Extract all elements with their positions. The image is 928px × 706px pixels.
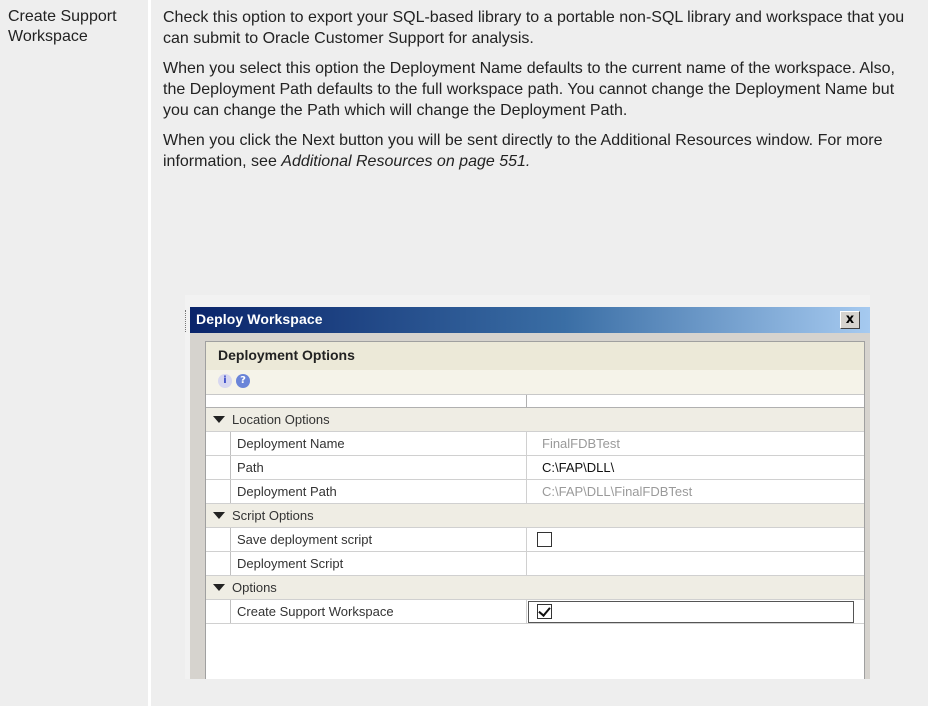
row-indent-line (230, 552, 231, 575)
row-indent-line (230, 480, 231, 503)
property-row-deployment-name[interactable]: Deployment Name FinalFDBTest (206, 432, 864, 456)
property-label: Create Support Workspace (237, 604, 394, 619)
column-separator (526, 552, 527, 575)
property-label: Deployment Script (237, 556, 344, 571)
column-separator (526, 600, 527, 623)
property-row-path[interactable]: Path C:\FAP\DLL\ (206, 456, 864, 480)
property-label: Deployment Name (237, 436, 345, 451)
term-label: Create Support Workspace (8, 8, 117, 45)
selected-value-box (528, 601, 854, 623)
deployment-options-panel: Deployment Options i ? Location Options D… (205, 341, 865, 679)
title-bar[interactable]: Deploy Workspace x (190, 307, 870, 333)
property-value: C:\FAP\DLL\FinalFDBTest (542, 484, 693, 499)
property-row-create-support-workspace[interactable]: Create Support Workspace (206, 600, 864, 624)
property-label: Deployment Path (237, 484, 337, 499)
property-row-deployment-path[interactable]: Deployment Path C:\FAP\DLL\FinalFDBTest (206, 480, 864, 504)
column-separator (526, 528, 527, 551)
column-separator (526, 480, 527, 503)
row-indent-line (230, 528, 231, 551)
row-indent-line (230, 456, 231, 479)
property-value[interactable]: C:\FAP\DLL\ (542, 456, 614, 479)
category-label: Location Options (232, 412, 330, 427)
paragraph-1: Check this option to export your SQL-bas… (163, 9, 905, 47)
cross-reference-link[interactable]: Additional Resources on page 551. (281, 153, 530, 170)
collapse-triangle-icon[interactable] (213, 512, 225, 519)
panel-title: Deployment Options (218, 347, 355, 363)
property-value: FinalFDBTest (542, 436, 621, 451)
window-edge-marker (185, 310, 189, 332)
row-indent-line (230, 432, 231, 455)
property-row-save-deployment-script[interactable]: Save deployment script (206, 528, 864, 552)
property-grid: Location Options Deployment Name FinalFDBT… (206, 395, 864, 624)
paragraph-2: When you select this option the Deployme… (163, 60, 895, 119)
grid-header-separator (526, 395, 527, 407)
category-location-options[interactable]: Location Options (206, 408, 864, 432)
category-script-options[interactable]: Script Options (206, 504, 864, 528)
panel-toolbar: i ? (206, 370, 864, 395)
column-separator (526, 432, 527, 455)
row-indent-line (230, 600, 231, 623)
property-row-deployment-script[interactable]: Deployment Script (206, 552, 864, 576)
deploy-workspace-window: Deploy Workspace x Deployment Options i … (190, 307, 870, 679)
create-support-workspace-checkbox[interactable] (537, 604, 552, 619)
description: Check this option to export your SQL-bas… (163, 7, 915, 181)
column-separator (526, 456, 527, 479)
info-icon[interactable]: i (218, 374, 232, 388)
column-divider (148, 0, 151, 706)
window-title: Deploy Workspace (196, 311, 323, 327)
deploy-workspace-screenshot: Deploy Workspace x Deployment Options i … (185, 295, 870, 679)
property-label: Save deployment script (237, 532, 373, 547)
property-label: Path (237, 460, 264, 475)
collapse-triangle-icon[interactable] (213, 584, 225, 591)
category-label: Script Options (232, 508, 314, 523)
close-button[interactable]: x (840, 311, 860, 329)
help-icon[interactable]: ? (236, 374, 250, 388)
grid-header (206, 395, 864, 408)
save-deployment-script-checkbox[interactable] (537, 532, 552, 547)
panel-header: Deployment Options (206, 342, 864, 370)
category-options[interactable]: Options (206, 576, 864, 600)
collapse-triangle-icon[interactable] (213, 416, 225, 423)
close-icon: x (845, 312, 855, 327)
term-column: Create Support Workspace (0, 0, 148, 706)
category-label: Options (232, 580, 277, 595)
paragraph-3: When you click the Next button you will … (163, 130, 915, 172)
